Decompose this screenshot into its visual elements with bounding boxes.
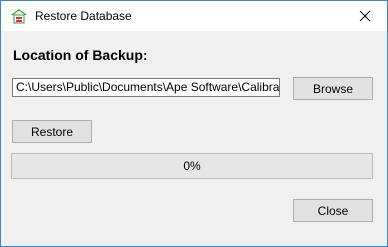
restore-button-label: Restore <box>30 124 74 139</box>
progress-percent: 0% <box>183 159 201 173</box>
database-restore-icon <box>10 8 28 24</box>
restore-progress-bar: 0% <box>11 153 373 179</box>
browse-button-label: Browse <box>312 81 353 96</box>
backup-path-input[interactable]: C:\Users\Public\Documents\Ape Software\C… <box>12 78 280 97</box>
title-bar: Restore Database <box>1 1 387 31</box>
close-icon[interactable] <box>343 1 387 31</box>
browse-button[interactable]: Browse <box>293 77 373 100</box>
window-title: Restore Database <box>35 9 132 23</box>
close-button[interactable]: Close <box>293 199 373 222</box>
backup-location-label: Location of Backup: <box>13 47 148 63</box>
close-button-label: Close <box>317 203 349 218</box>
restore-button[interactable]: Restore <box>12 120 92 143</box>
restore-database-dialog: Restore Database Location of Backup: C:\… <box>0 0 388 247</box>
